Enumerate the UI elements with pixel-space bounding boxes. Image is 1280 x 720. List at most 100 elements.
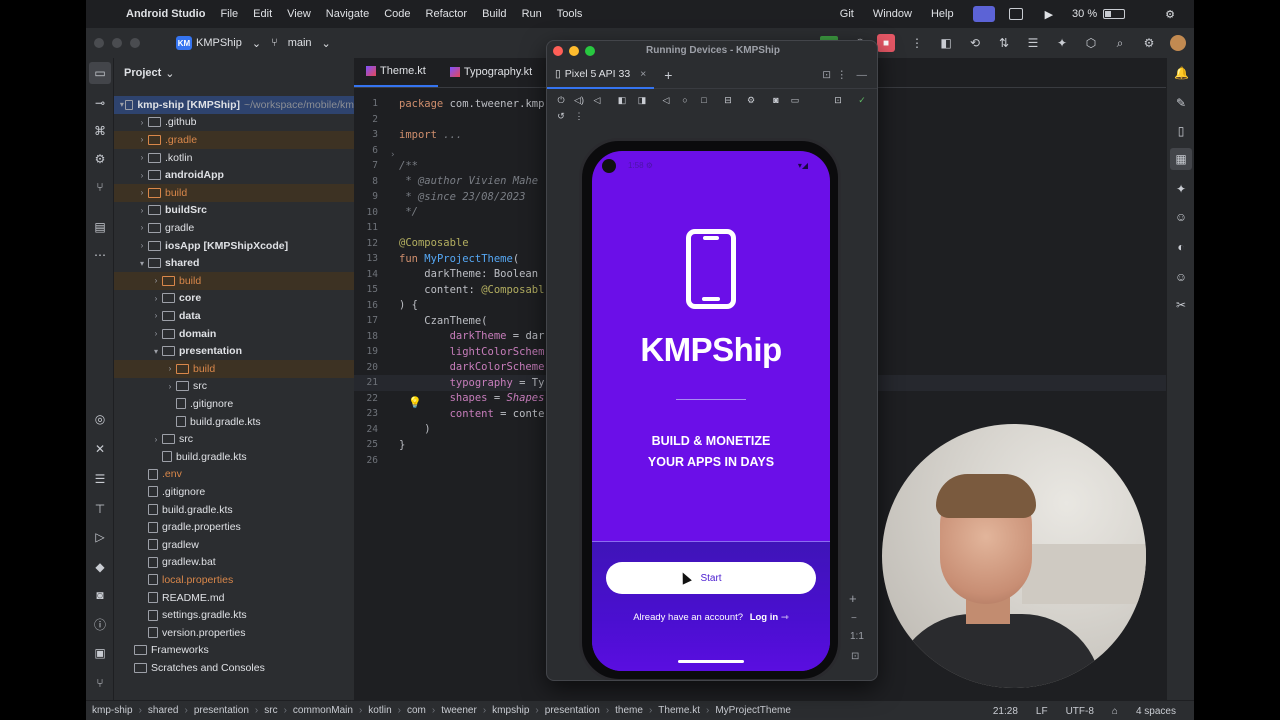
- gemini-icon[interactable]: ✎: [1174, 96, 1188, 110]
- display-icon[interactable]: [1008, 8, 1023, 20]
- mirror-icon[interactable]: ⊡: [833, 95, 843, 105]
- tree-file-row[interactable]: build.gradle.kts: [114, 448, 354, 466]
- ai-assistant-icon[interactable]: ✦: [1174, 182, 1188, 196]
- gear-icon[interactable]: ⚙: [1142, 36, 1156, 50]
- record-icon[interactable]: ▭: [790, 95, 800, 105]
- tree-folder-row[interactable]: › .kotlin: [114, 149, 354, 167]
- emulator-icon[interactable]: ◐: [1174, 240, 1188, 254]
- window-minimize-button[interactable]: [112, 38, 122, 48]
- breadcrumb-item[interactable]: MyProjectTheme: [715, 705, 791, 716]
- tab-pixel-5[interactable]: ▯ Pixel 5 API 33 ×: [547, 61, 655, 89]
- resource-manager-icon[interactable]: ⚙: [93, 152, 107, 166]
- tree-folder-row[interactable]: › domain: [114, 325, 354, 343]
- minimize-icon[interactable]: —: [857, 69, 868, 81]
- zoom-actual-size[interactable]: 1:1: [850, 631, 864, 642]
- device-file-icon[interactable]: ▯: [1174, 124, 1188, 138]
- tree-folder-row[interactable]: › build: [114, 184, 354, 202]
- tree-folder-row[interactable]: › data: [114, 307, 354, 325]
- tree-file-row[interactable]: build.gradle.kts: [114, 413, 354, 431]
- back-icon[interactable]: ◁: [661, 95, 671, 105]
- breadcrumb-item[interactable]: kmpship: [492, 705, 529, 716]
- menu-navigate[interactable]: Navigate: [326, 8, 369, 20]
- caret-position[interactable]: 21:28: [993, 706, 1018, 717]
- tree-folder-row[interactable]: › build: [114, 272, 354, 290]
- breadcrumb-item[interactable]: presentation: [545, 705, 600, 716]
- terminal-icon[interactable]: ▣: [93, 646, 107, 660]
- device-manager-icon[interactable]: ☺: [1174, 270, 1188, 284]
- git-icon[interactable]: ⑂: [93, 676, 107, 690]
- project-name-dropdown[interactable]: KMPShip: [196, 37, 242, 49]
- check-icon[interactable]: ✓: [857, 95, 867, 105]
- breadcrumb-item[interactable]: presentation: [194, 705, 249, 716]
- reset-icon[interactable]: ↺: [556, 111, 566, 121]
- device-manager-icon[interactable]: ◧: [939, 36, 953, 50]
- tree-file-row[interactable]: local.properties: [114, 571, 354, 589]
- tree-folder-row[interactable]: › build: [114, 360, 354, 378]
- tree-folder-row[interactable]: › .github: [114, 114, 354, 132]
- profiler-icon[interactable]: ✦: [1055, 36, 1069, 50]
- problems-icon[interactable]: ⓘ: [93, 618, 107, 632]
- stop-button[interactable]: ■: [877, 34, 895, 52]
- chevron-right-icon[interactable]: ›: [150, 435, 162, 444]
- tree-folder-row[interactable]: › src: [114, 378, 354, 396]
- lock-icon[interactable]: ⌂: [1112, 706, 1118, 717]
- commit-icon[interactable]: ⊸: [93, 96, 107, 110]
- sdk-manager-icon[interactable]: ⟲: [968, 36, 982, 50]
- add-device-icon[interactable]: +: [664, 67, 672, 83]
- tree-folder-row[interactable]: › .gradle: [114, 131, 354, 149]
- hammer-icon[interactable]: ⊤: [93, 502, 107, 516]
- chevron-right-icon[interactable]: ›: [150, 329, 162, 338]
- chevron-right-icon[interactable]: ›: [136, 241, 148, 250]
- breadcrumb-item[interactable]: com: [407, 705, 426, 716]
- layout-icon[interactable]: ⊡: [822, 69, 831, 81]
- start-button[interactable]: Start: [606, 562, 816, 594]
- tree-file-row[interactable]: settings.gradle.kts: [114, 606, 354, 624]
- tree-folder-row[interactable]: ▾ shared: [114, 254, 354, 272]
- home-icon[interactable]: ○: [680, 95, 690, 105]
- tab-typography-kt[interactable]: Typography.kt: [438, 57, 544, 87]
- menu-edit[interactable]: Edit: [253, 8, 272, 20]
- tree-folder-row[interactable]: › androidApp: [114, 166, 354, 184]
- devices-title-bar[interactable]: Running Devices - KMPShip: [547, 41, 877, 61]
- window-zoom-button[interactable]: [130, 38, 140, 48]
- logcat-icon[interactable]: ◙: [93, 588, 107, 602]
- menu-window[interactable]: Window: [873, 8, 912, 20]
- tree-folder-row[interactable]: › core: [114, 290, 354, 308]
- play-status-icon[interactable]: ▶: [1045, 8, 1053, 21]
- chevron-down-icon[interactable]: ▾: [150, 347, 162, 356]
- breadcrumb-item[interactable]: shared: [148, 705, 179, 716]
- app-quality-icon[interactable]: ◎: [93, 412, 107, 426]
- tree-file-row[interactable]: gradlew: [114, 536, 354, 554]
- more-icon[interactable]: ⋮: [574, 111, 584, 121]
- menu-build[interactable]: Build: [482, 8, 506, 20]
- avatar[interactable]: [1170, 35, 1186, 51]
- tree-file-row[interactable]: build.gradle.kts: [114, 501, 354, 519]
- indent-setting[interactable]: 4 spaces: [1136, 706, 1176, 717]
- line-ending[interactable]: LF: [1036, 706, 1048, 717]
- battery-icon[interactable]: [1103, 9, 1126, 19]
- tree-folder-row[interactable]: › gradle: [114, 219, 354, 237]
- project-panel-header[interactable]: Project ⌄: [114, 58, 354, 88]
- chevron-right-icon[interactable]: ›: [136, 188, 148, 197]
- lightbulb-icon[interactable]: 💡: [408, 396, 422, 409]
- menu-file[interactable]: File: [220, 8, 238, 20]
- chevron-right-icon[interactable]: ›: [150, 311, 162, 320]
- structure-icon[interactable]: ⌘: [93, 124, 107, 138]
- rotate-right-icon[interactable]: ◨: [637, 95, 647, 105]
- menu-view[interactable]: View: [287, 8, 311, 20]
- tree-folder-row[interactable]: › iosApp [KMPShipXcode]: [114, 237, 354, 255]
- sync-icon[interactable]: ⇅: [997, 36, 1011, 50]
- chevron-right-icon[interactable]: ›: [136, 206, 148, 215]
- tree-folder-row[interactable]: › buildSrc: [114, 202, 354, 220]
- tree-file-row[interactable]: gradlew.bat: [114, 554, 354, 572]
- chevron-right-icon[interactable]: ›: [136, 153, 148, 162]
- android-icon[interactable]: ☺: [1174, 210, 1188, 224]
- volume-down-icon[interactable]: ◁: [592, 95, 602, 105]
- tab-theme-kt[interactable]: Theme.kt: [354, 57, 438, 87]
- rotate-left-icon[interactable]: ◧: [617, 95, 627, 105]
- tree-file-row[interactable]: .env: [114, 466, 354, 484]
- chevron-right-icon[interactable]: ›: [136, 171, 148, 180]
- vitals-icon[interactable]: ◆: [93, 560, 107, 574]
- chevron-right-icon[interactable]: ›: [136, 118, 148, 127]
- menu-app-name[interactable]: Android Studio: [126, 8, 205, 20]
